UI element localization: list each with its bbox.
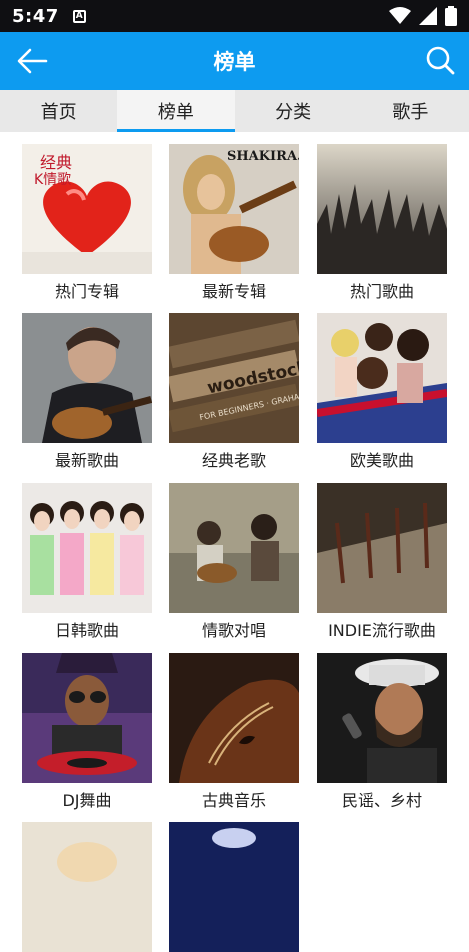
tile-label: 日韩歌曲 [54,621,119,640]
tile-indie-pop[interactable]: INDIE流行歌曲 [317,483,447,641]
tile-label: 民谣、乡村 [341,791,422,810]
cover-image [317,144,447,274]
tab-charts[interactable]: 榜单 [117,90,235,132]
tile-hot-albums[interactable]: 经典 K情歌 热门专辑 [22,144,152,302]
tile-japan-korea[interactable]: 日韩歌曲 [22,483,152,641]
tile-label: 热门专辑 [54,282,119,301]
tile-label: 热门歌曲 [349,282,414,301]
cover-image [22,653,152,783]
tile-love-duets[interactable]: 情歌对唱 [169,483,299,641]
tile-label: 最新专辑 [201,282,266,301]
tile-new-albums[interactable]: SHAKIRA. 最新专辑 [169,144,299,302]
page-title: 榜单 [213,50,256,74]
status-icons [389,6,457,26]
back-arrow-icon[interactable] [16,46,48,76]
tile-folk-country[interactable]: 民谣、乡村 [317,653,447,811]
cover-image [169,653,299,783]
cover-image [317,313,447,443]
cover-image [169,822,299,952]
cover-image [22,313,152,443]
tile-label: 经典老歌 [201,451,266,470]
battery-icon [445,6,457,26]
signal-icon [419,7,437,25]
cover-image: woodstock FOR BEGINNERS · GRAHAM [169,313,299,443]
tab-bar: 首页 榜单 分类 歌手 [0,90,469,132]
tile-partial[interactable] [22,822,152,952]
cover-image [317,483,447,613]
tile-dj-dance[interactable]: DJ舞曲 [22,653,152,811]
tile-label: 古典音乐 [201,791,266,810]
cover-image: SHAKIRA. [169,144,299,274]
cover-image [317,653,447,783]
tile-label: 欧美歌曲 [349,451,414,470]
tile-label: INDIE流行歌曲 [328,621,436,640]
search-icon[interactable] [425,45,455,75]
cover-image: 经典 K情歌 [22,144,152,274]
tile-western-songs[interactable]: 欧美歌曲 [317,313,447,471]
app-bar: 榜单 [0,32,469,90]
cover-image [22,483,152,613]
cover-image [169,483,299,613]
tab-categories[interactable]: 分类 [235,90,352,132]
wifi-icon [389,7,411,24]
status-bar: 5:47 A [0,0,469,32]
tile-classical[interactable]: 古典音乐 [169,653,299,811]
tile-hot-songs[interactable]: 热门歌曲 [317,144,447,302]
svg-text:SHAKIRA.: SHAKIRA. [227,149,299,164]
svg-text:经典: 经典 [40,153,72,172]
tile-classic-oldies[interactable]: woodstock FOR BEGINNERS · GRAHAM 经典老歌 [169,313,299,471]
status-time: 5:47 [12,5,59,27]
tab-singers[interactable]: 歌手 [352,90,469,132]
tile-partial[interactable] [169,822,299,952]
svg-text:K情歌: K情歌 [34,172,71,188]
tile-label: DJ舞曲 [62,791,112,810]
tile-label: 情歌对唱 [201,621,266,640]
tile-new-songs[interactable]: 最新歌曲 [22,313,152,471]
tile-label: 最新歌曲 [54,451,119,470]
cover-image [22,822,152,952]
notification-icon: A [72,9,86,23]
tab-home[interactable]: 首页 [0,90,117,132]
